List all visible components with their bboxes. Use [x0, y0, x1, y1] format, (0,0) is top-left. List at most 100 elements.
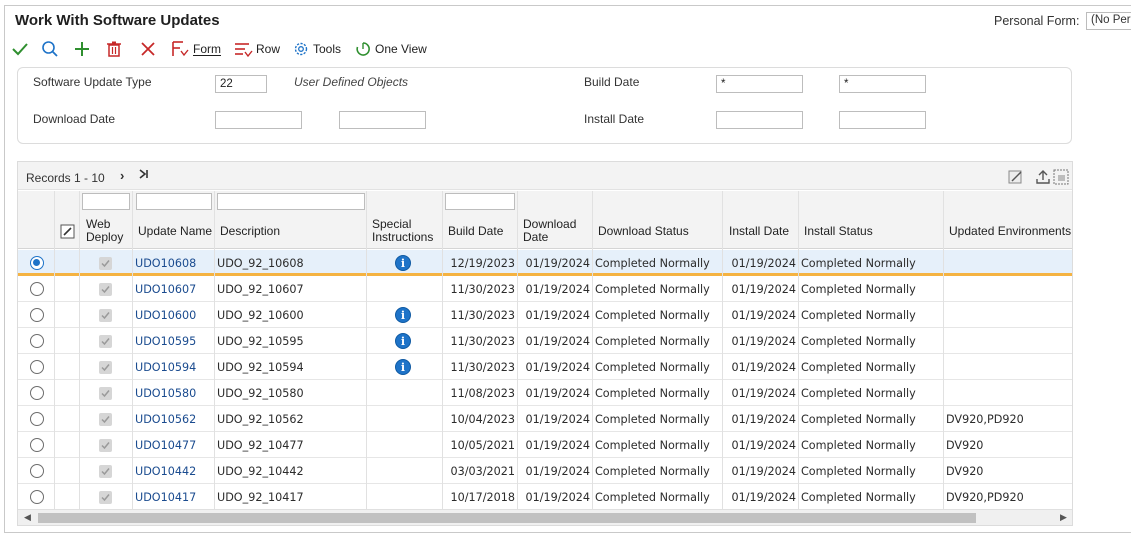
find-button[interactable]: [41, 38, 59, 60]
header-download-date[interactable]: Download Date: [517, 213, 592, 249]
special-instructions-cell[interactable]: i: [395, 354, 411, 380]
title-bar: Work With Software Updates Personal Form…: [5, 6, 1131, 34]
install-date-cell: 01/19/2024: [731, 438, 796, 452]
header-special-instructions[interactable]: Special Instructions: [366, 213, 441, 249]
special-instructions-cell[interactable]: i: [395, 250, 411, 276]
chevron-right-icon: ›: [120, 168, 125, 183]
ok-button[interactable]: [11, 38, 29, 60]
toolbar: Form Row Tools One View: [5, 36, 1131, 62]
last-page-button[interactable]: [138, 168, 150, 183]
form-menu-button[interactable]: Form: [170, 38, 221, 60]
next-page-button[interactable]: ›: [120, 168, 124, 183]
header-install-date[interactable]: Install Date: [723, 213, 798, 249]
update-name-link[interactable]: UDO10607: [135, 276, 196, 302]
update-name-link[interactable]: UDO10608: [135, 250, 196, 276]
row-select-radio[interactable]: [30, 328, 44, 354]
row-select-radio[interactable]: [30, 458, 44, 484]
header-web-deploy[interactable]: Web Deploy: [80, 213, 132, 249]
info-icon[interactable]: i: [395, 255, 411, 271]
export-button[interactable]: [1035, 169, 1051, 188]
description-cell: UDO_92_10600: [217, 308, 304, 322]
one-view-button[interactable]: One View: [354, 38, 427, 60]
table-row[interactable]: UDO10595 UDO_92_10595 i 11/30/2023 01/19…: [18, 328, 1072, 354]
software-update-type-input[interactable]: 22: [215, 75, 267, 93]
table-row[interactable]: UDO10580 UDO_92_10580 11/08/2023 01/19/2…: [18, 380, 1072, 406]
row-select-radio[interactable]: [30, 484, 44, 510]
update-name-link[interactable]: UDO10595: [135, 328, 196, 354]
build-date-to-input[interactable]: *: [839, 75, 926, 93]
table-row[interactable]: UDO10600 UDO_92_10600 i 11/30/2023 01/19…: [18, 302, 1072, 328]
special-instructions-cell[interactable]: i: [395, 302, 411, 328]
scroll-left-icon[interactable]: ◀: [24, 512, 31, 523]
qbe-filter-row: [18, 191, 1072, 213]
info-icon[interactable]: i: [395, 307, 411, 323]
table-row[interactable]: UDO10607 UDO_92_10607 11/30/2023 01/19/2…: [18, 276, 1072, 302]
info-icon[interactable]: i: [395, 359, 411, 375]
software-update-type-description: User Defined Objects: [294, 75, 409, 89]
web-deploy-checkbox: [99, 276, 112, 302]
row-select-radio[interactable]: [30, 406, 44, 432]
qbe-web-deploy[interactable]: [82, 193, 130, 210]
qbe-description[interactable]: [217, 193, 365, 210]
row-select-radio[interactable]: [30, 302, 44, 328]
update-name-link[interactable]: UDO10442: [135, 458, 196, 484]
table-row[interactable]: UDO10417 UDO_92_10417 10/17/2018 01/19/2…: [18, 484, 1072, 510]
row-select-radio[interactable]: [30, 250, 44, 276]
grid-edit-button[interactable]: [1008, 169, 1024, 188]
build-date-cell: 12/19/2023: [450, 256, 515, 270]
description-cell: UDO_92_10417: [217, 490, 304, 504]
page-title: Work With Software Updates: [15, 12, 220, 29]
qbe-build-date[interactable]: [445, 193, 515, 210]
update-name-link[interactable]: UDO10477: [135, 432, 196, 458]
download-status-cell: Completed Normally: [595, 282, 710, 296]
install-date-from-input[interactable]: [716, 111, 803, 129]
download-date-from-input[interactable]: [215, 111, 302, 129]
check-icon: [101, 389, 110, 397]
table-row[interactable]: UDO10594 UDO_92_10594 i 11/30/2023 01/19…: [18, 354, 1072, 380]
special-instructions-cell[interactable]: i: [395, 328, 411, 354]
scrollbar-thumb[interactable]: [38, 513, 976, 523]
personal-form-select[interactable]: (No Personal Form): [1086, 12, 1131, 30]
install-date-to-input[interactable]: [839, 111, 926, 129]
filter-panel: Software Update Type 22 User Defined Obj…: [17, 67, 1072, 144]
build-date-cell: 11/30/2023: [450, 282, 515, 296]
download-date-to-input[interactable]: [339, 111, 426, 129]
tools-menu-button[interactable]: Tools: [292, 38, 341, 60]
row-select-radio[interactable]: [30, 354, 44, 380]
header-description[interactable]: Description: [214, 213, 366, 249]
check-icon: [101, 493, 110, 501]
build-date-from-input[interactable]: *: [716, 75, 803, 93]
row-select-radio[interactable]: [30, 432, 44, 458]
header-install-status[interactable]: Install Status: [798, 213, 942, 249]
table-row[interactable]: UDO10562 UDO_92_10562 10/04/2023 01/19/2…: [18, 406, 1072, 432]
horizontal-scrollbar[interactable]: ◀ ▶: [18, 509, 1072, 525]
header-updated-environments[interactable]: Updated Environments: [943, 213, 1072, 249]
close-button[interactable]: [139, 38, 157, 60]
one-view-icon: [356, 42, 370, 56]
window-frame: Work With Software Updates Personal Form…: [4, 5, 1131, 533]
row-select-radio[interactable]: [30, 276, 44, 302]
grid-maximize-button[interactable]: [1053, 169, 1069, 188]
update-name-link[interactable]: UDO10562: [135, 406, 196, 432]
update-name-link[interactable]: UDO10417: [135, 484, 196, 510]
header-download-status[interactable]: Download Status: [592, 213, 722, 249]
table-row[interactable]: UDO10442 UDO_92_10442 03/03/2021 01/19/2…: [18, 458, 1072, 484]
grid-row-edit-header[interactable]: [56, 213, 80, 249]
header-update-name[interactable]: Update Name: [132, 213, 214, 249]
header-build-date[interactable]: Build Date: [442, 213, 517, 249]
add-button[interactable]: [73, 38, 91, 60]
install-status-cell: Completed Normally: [801, 360, 916, 374]
table-row[interactable]: UDO10608 UDO_92_10608 i 12/19/2023 01/19…: [18, 250, 1072, 276]
table-row[interactable]: UDO10477 UDO_92_10477 10/05/2021 01/19/2…: [18, 432, 1072, 458]
scroll-right-icon[interactable]: ▶: [1060, 512, 1067, 523]
check-icon: [101, 311, 110, 319]
row-select-radio[interactable]: [30, 380, 44, 406]
info-icon[interactable]: i: [395, 333, 411, 349]
update-name-link[interactable]: UDO10580: [135, 380, 196, 406]
delete-button[interactable]: [106, 38, 122, 60]
row-menu-button[interactable]: Row: [233, 38, 280, 60]
update-name-link[interactable]: UDO10594: [135, 354, 196, 380]
update-name-link[interactable]: UDO10600: [135, 302, 196, 328]
qbe-update-name[interactable]: [136, 193, 212, 210]
download-date-cell: 01/19/2024: [525, 256, 590, 270]
